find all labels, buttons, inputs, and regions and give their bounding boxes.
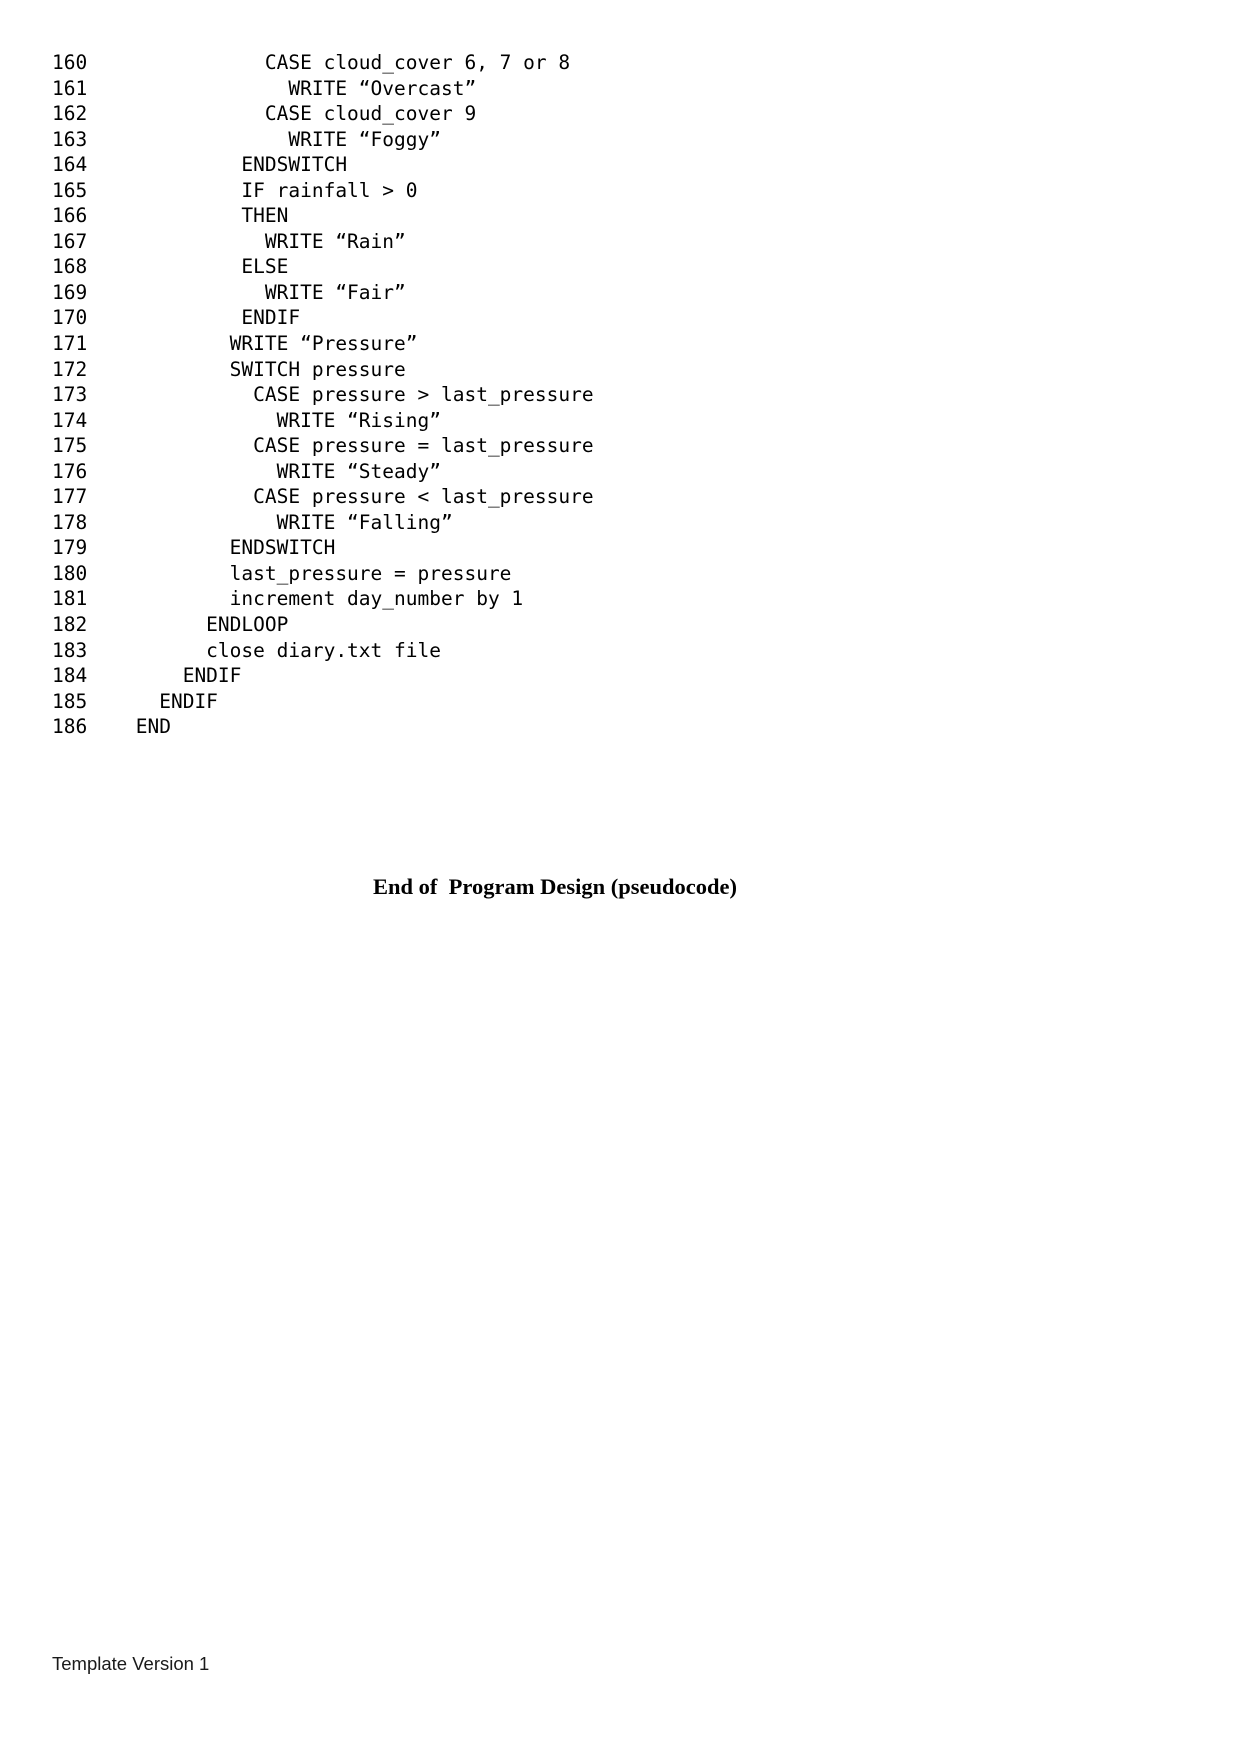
code-line-text: close diary.txt file — [124, 638, 441, 662]
code-line-number: 174 — [52, 408, 88, 432]
code-line-number: 164 — [52, 153, 88, 177]
code-line-text: WRITE “Pressure” — [124, 332, 418, 356]
code-line: 165 IF rainfall > 0 — [52, 178, 1172, 204]
code-line-number: 160 — [52, 51, 88, 74]
code-line: 160 CASE cloud_cover 6, 7 or 8 — [52, 50, 1172, 76]
code-line-number: 186 — [52, 715, 88, 739]
code-line: 171 WRITE “Pressure” — [52, 331, 1172, 357]
code-line-number: 173 — [52, 383, 88, 407]
code-line-number: 171 — [52, 332, 88, 356]
code-line: 169 WRITE “Fair” — [52, 280, 1172, 306]
code-line-text: ELSE — [124, 255, 289, 279]
code-line-text: CASE cloud_cover 6, 7 or 8 — [124, 51, 571, 74]
code-line: 170 ENDIF — [52, 305, 1172, 331]
code-line: 183 close diary.txt file — [52, 638, 1172, 664]
code-line: 173 CASE pressure > last_pressure — [52, 382, 1172, 408]
code-line-number: 178 — [52, 510, 88, 534]
code-line: 168 ELSE — [52, 254, 1172, 280]
code-line: 179 ENDSWITCH — [52, 535, 1172, 561]
code-line: 175 CASE pressure = last_pressure — [52, 433, 1172, 459]
code-line-number: 183 — [52, 638, 88, 662]
code-line-number: 172 — [52, 357, 88, 381]
code-line: 178 WRITE “Falling” — [52, 510, 1172, 536]
code-line-text: ENDSWITCH — [124, 536, 336, 560]
code-line: 166 THEN — [52, 203, 1172, 229]
code-line-number: 161 — [52, 76, 88, 100]
code-line-text: WRITE “Foggy” — [124, 127, 441, 151]
code-line-number: 181 — [52, 587, 88, 611]
code-line-text: ENDIF — [124, 664, 242, 688]
code-line: 177 CASE pressure < last_pressure — [52, 484, 1172, 510]
code-line-number: 165 — [52, 178, 88, 202]
code-line-number: 168 — [52, 255, 88, 279]
code-line: 164 ENDSWITCH — [52, 152, 1172, 178]
code-line-number: 163 — [52, 127, 88, 151]
code-line: 163 WRITE “Foggy” — [52, 127, 1172, 153]
code-line: 167 WRITE “Rain” — [52, 229, 1172, 255]
code-line-number: 175 — [52, 434, 88, 458]
code-line-text: CASE pressure > last_pressure — [124, 383, 594, 407]
code-line-text: ENDSWITCH — [124, 153, 348, 177]
code-line-number: 162 — [52, 102, 88, 126]
code-line: 180 last_pressure = pressure — [52, 561, 1172, 587]
code-line-number: 170 — [52, 306, 88, 330]
code-line-text: WRITE “Steady” — [124, 459, 441, 483]
code-line-text: WRITE “Falling” — [124, 510, 453, 534]
code-line-number: 179 — [52, 536, 88, 560]
code-line: 184 ENDIF — [52, 663, 1172, 689]
code-line-text: CASE pressure = last_pressure — [124, 434, 594, 458]
code-line-number: 176 — [52, 459, 88, 483]
code-line: 186 END — [52, 714, 1172, 740]
code-line: 185 ENDIF — [52, 689, 1172, 715]
code-line-text: ENDIF — [124, 689, 218, 713]
code-line: 182 ENDLOOP — [52, 612, 1172, 638]
code-line-number: 180 — [52, 561, 88, 585]
code-line-text: CASE cloud_cover 9 — [124, 102, 477, 126]
code-line: 172 SWITCH pressure — [52, 357, 1172, 383]
document-page: 160 CASE cloud_cover 6, 7 or 8 161 WRITE … — [0, 0, 1241, 1754]
code-line: 181 increment day_number by 1 — [52, 586, 1172, 612]
pseudocode-listing: 160 CASE cloud_cover 6, 7 or 8 161 WRITE … — [52, 50, 1172, 740]
code-line-text: SWITCH pressure — [124, 357, 406, 381]
code-line: 174 WRITE “Rising” — [52, 408, 1172, 434]
code-line: 162 CASE cloud_cover 9 — [52, 101, 1172, 127]
code-line-number: 185 — [52, 689, 88, 713]
code-line-text: END — [124, 715, 171, 739]
code-line-text: ENDLOOP — [124, 613, 289, 637]
code-line-number: 184 — [52, 664, 88, 688]
code-line-text: WRITE “Overcast” — [124, 76, 477, 100]
code-line-text: IF rainfall > 0 — [124, 178, 418, 202]
code-line-number: 167 — [52, 229, 88, 253]
end-of-program-design-heading: End of Program Design (pseudocode) — [373, 874, 737, 899]
code-line: 176 WRITE “Steady” — [52, 459, 1172, 485]
code-line-number: 169 — [52, 280, 88, 304]
template-version-footer: Template Version 1 — [52, 1653, 210, 1674]
code-line-number: 166 — [52, 204, 88, 228]
code-line-number: 177 — [52, 485, 88, 509]
code-line-text: WRITE “Fair” — [124, 280, 406, 304]
code-line-number: 182 — [52, 613, 88, 637]
code-line-text: WRITE “Rising” — [124, 408, 441, 432]
code-line-text: CASE pressure < last_pressure — [124, 485, 594, 509]
code-line-text: THEN — [124, 204, 289, 228]
code-line-text: ENDIF — [124, 306, 301, 330]
code-line-text: last_pressure = pressure — [124, 561, 512, 585]
code-line-text: increment day_number by 1 — [124, 587, 524, 611]
code-line: 161 WRITE “Overcast” — [52, 76, 1172, 102]
code-line-text: WRITE “Rain” — [124, 229, 406, 253]
